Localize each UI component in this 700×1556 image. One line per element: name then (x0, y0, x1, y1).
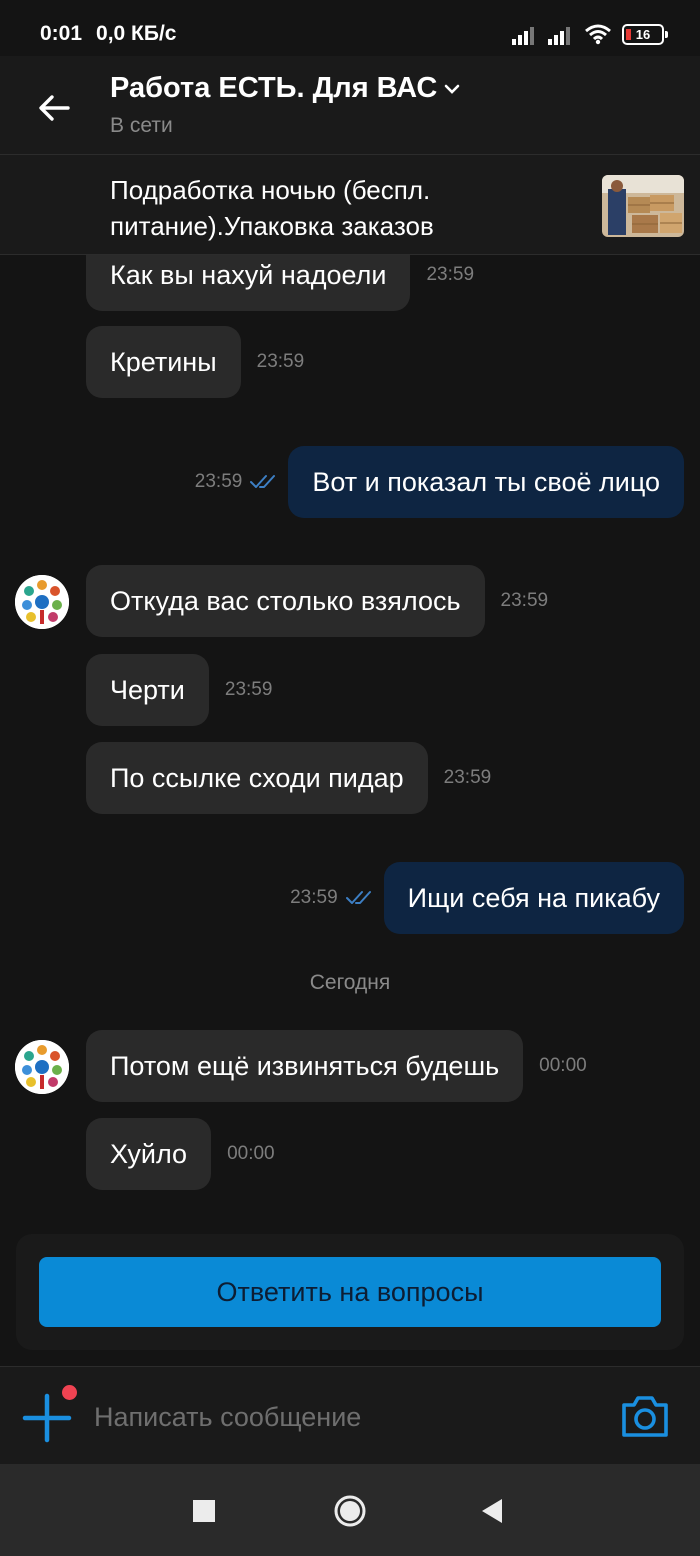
message-time: 23:59 (443, 767, 492, 788)
message-incoming[interactable]: Откуда вас столько взялось 23:59 (86, 565, 564, 637)
message-time: 23:59 (256, 351, 305, 372)
message-outgoing[interactable]: 23:59 Вот и показал ты своё лицо (195, 446, 684, 518)
back-arrow-icon[interactable] (34, 88, 74, 128)
message-time: 23:59 (426, 264, 475, 285)
message-composer (0, 1366, 700, 1464)
pinned-listing[interactable]: Подработка ночью (беспл. питание).Упаков… (0, 154, 700, 255)
message-bubble[interactable]: По ссылке сходи пидар (86, 742, 428, 814)
quick-reply-panel: Ответить на вопросы (16, 1234, 684, 1350)
chat-header: Работа ЕСТЬ. Для ВАС В сети (0, 56, 700, 154)
notification-dot (62, 1385, 77, 1400)
sender-avatar[interactable] (15, 575, 69, 629)
nav-square-icon[interactable] (184, 1491, 224, 1531)
chat-title-text: Работа ЕСТЬ. Для ВАС (110, 72, 438, 104)
camera-icon[interactable] (620, 1393, 670, 1439)
message-bubble[interactable]: Ищи себя на пикабу (383, 862, 684, 934)
pinned-listing-title: Подработка ночью (беспл. питание).Упаков… (110, 175, 434, 241)
message-list[interactable]: Как вы нахуй надоели 23:59 Кретины 23:59… (0, 255, 700, 1235)
plus-icon[interactable] (22, 1393, 72, 1443)
answer-questions-button[interactable]: Ответить на вопросы (39, 1257, 661, 1327)
battery-icon: 16 (622, 24, 668, 45)
message-outgoing[interactable]: 23:59 Ищи себя на пикабу (290, 862, 684, 934)
message-time: 00:00 (539, 1055, 587, 1076)
double-check-icon (345, 891, 371, 904)
message-incoming[interactable]: Черти 23:59 (86, 654, 288, 726)
message-incoming[interactable]: Как вы нахуй надоели 23:59 (86, 255, 490, 311)
message-time: 23:59 (194, 471, 243, 492)
message-time: 23:59 (290, 887, 338, 908)
chevron-down-icon[interactable] (443, 83, 461, 95)
message-bubble[interactable]: Потом ещё извиняться будешь (86, 1030, 524, 1102)
double-check-icon (250, 475, 276, 488)
status-time: 0:01 (40, 22, 83, 45)
sender-avatar[interactable] (15, 1040, 69, 1094)
status-bar: 0:01 0,0 КБ/с 16 (0, 0, 700, 56)
nav-back-icon[interactable] (474, 1491, 514, 1531)
message-bubble[interactable]: Как вы нахуй надоели (86, 255, 411, 311)
message-incoming[interactable]: Хуйло 00:00 (86, 1118, 291, 1190)
signal-icon (548, 27, 570, 45)
message-bubble[interactable]: Вот и показал ты своё лицо (288, 446, 684, 518)
system-nav-bar (0, 1464, 700, 1556)
online-status: В сети (110, 114, 173, 137)
message-incoming[interactable]: Кретины 23:59 (86, 326, 320, 398)
chat-title[interactable]: Работа ЕСТЬ. Для ВАС (110, 72, 461, 105)
message-time: 23:59 (224, 679, 273, 700)
nav-circle-icon[interactable] (330, 1491, 370, 1531)
listing-thumbnail[interactable] (602, 175, 684, 237)
message-bubble[interactable]: Хуйло (86, 1118, 212, 1190)
message-incoming[interactable]: Потом ещё извиняться будешь 00:00 (86, 1030, 603, 1102)
message-time: 00:00 (227, 1143, 275, 1164)
message-incoming[interactable]: По ссылке сходи пидар 23:59 (86, 742, 507, 814)
message-input[interactable] (94, 1393, 574, 1441)
status-speed: 0,0 КБ/с (96, 22, 177, 45)
message-bubble[interactable]: Откуда вас столько взялось (86, 565, 485, 637)
signal-icon (512, 27, 534, 45)
message-bubble[interactable]: Черти (86, 654, 209, 726)
message-bubble[interactable]: Кретины (86, 326, 241, 398)
wifi-icon (585, 24, 611, 45)
message-time: 23:59 (500, 590, 549, 611)
date-separator: Сегодня (309, 971, 391, 994)
